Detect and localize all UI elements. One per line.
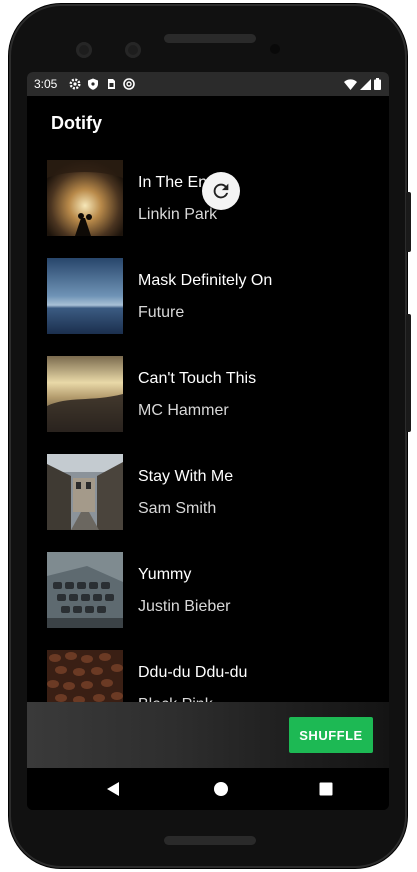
status-time: 3:05 — [34, 77, 58, 91]
song-item[interactable]: Can't Touch This MC Hammer — [27, 348, 389, 446]
refresh-icon — [213, 183, 229, 199]
recents-icon — [319, 782, 333, 796]
song-title: Mask Definitely On — [138, 272, 273, 289]
navigation-bar — [27, 768, 389, 810]
song-artist: Future — [138, 304, 185, 321]
album-art-image — [47, 356, 123, 432]
back-button[interactable] — [102, 778, 124, 800]
song-title: Ddu-du Ddu-du — [138, 664, 248, 681]
signal-icon — [360, 77, 371, 95]
status-bar: 3:05 — [27, 72, 389, 96]
system-icons — [344, 77, 381, 95]
front-camera — [76, 42, 92, 58]
recents-button[interactable] — [315, 778, 337, 800]
notification-icons — [69, 77, 135, 90]
song-item[interactable]: Stay With Me Sam Smith — [27, 446, 389, 544]
battery-icon — [374, 77, 381, 95]
song-title: Yummy — [138, 566, 192, 583]
phone-frame: 3:05 Dotify In The End Linkin Park Mask … — [9, 4, 411, 868]
volume-rocker — [406, 314, 411, 432]
settings-icon — [69, 77, 81, 90]
wifi-icon — [344, 77, 357, 95]
back-icon — [107, 782, 119, 796]
screen: 3:05 Dotify In The End Linkin Park Mask … — [27, 72, 389, 810]
home-icon — [214, 782, 228, 796]
refresh-indicator — [202, 172, 240, 210]
song-title: Stay With Me — [138, 468, 234, 485]
power-button — [406, 192, 411, 252]
sim-icon — [105, 77, 117, 89]
bottom-speaker — [164, 836, 256, 845]
album-art-image — [47, 258, 123, 334]
song-item[interactable]: Yummy Justin Bieber — [27, 544, 389, 642]
album-art-image — [47, 454, 123, 530]
proximity-sensor — [270, 44, 280, 54]
at-icon — [123, 77, 135, 90]
album-art-image — [47, 552, 123, 628]
shuffle-panel: SHUFFLE — [27, 702, 389, 768]
shield-icon — [87, 77, 99, 90]
song-artist: Linkin Park — [138, 206, 218, 223]
front-camera-secondary — [125, 42, 141, 58]
song-title: Can't Touch This — [138, 370, 257, 387]
app-title: Dotify — [51, 113, 102, 133]
earpiece-speaker — [164, 34, 256, 43]
song-artist: Sam Smith — [138, 500, 217, 517]
song-artist: MC Hammer — [138, 402, 229, 419]
song-item[interactable]: Mask Definitely On Future — [27, 250, 389, 348]
song-artist: Justin Bieber — [138, 598, 231, 615]
home-button[interactable] — [210, 778, 232, 800]
album-art-image — [47, 160, 123, 236]
shuffle-button[interactable]: SHUFFLE — [289, 717, 373, 753]
